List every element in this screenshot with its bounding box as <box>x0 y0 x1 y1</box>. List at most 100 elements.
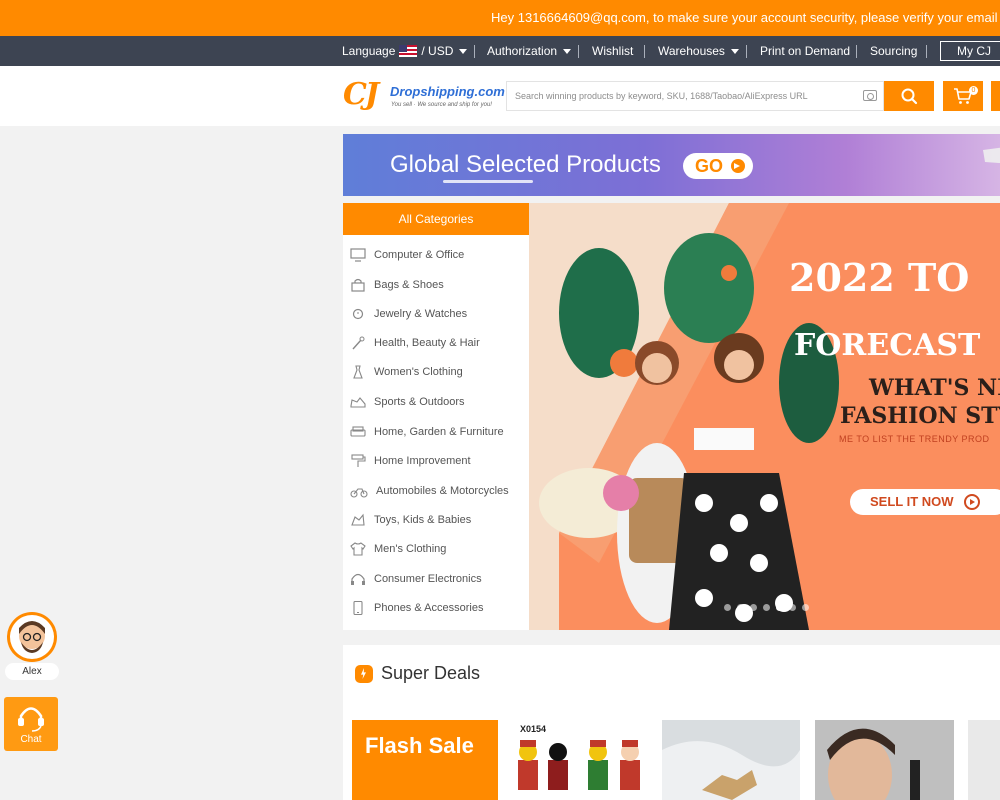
sneaker-icon <box>350 397 366 408</box>
category-label: Health, Beauty & Hair <box>374 337 480 349</box>
tshirt-icon <box>350 542 366 556</box>
banner-underline <box>443 180 533 183</box>
category-label: Phones & Accessories <box>374 602 484 614</box>
nav-warehouses[interactable]: Warehouses <box>658 36 739 66</box>
chat-button[interactable]: Chat <box>4 697 58 751</box>
carousel-dots <box>724 604 809 611</box>
global-selected-banner[interactable]: Global Selected Products GO <box>343 134 1000 196</box>
email-verification-notice[interactable]: Hey 1316664609@qq.com, to make sure your… <box>0 0 1000 36</box>
nav-divider <box>926 45 927 58</box>
search-box <box>506 81 884 111</box>
hair-dryer-icon <box>983 147 1000 164</box>
nav-sourcing[interactable]: Sourcing <box>870 36 917 66</box>
cart-button[interactable]: 0 <box>943 81 983 111</box>
hero-tagline-2: FASHION STYL <box>840 403 1000 429</box>
hero-caption: ME TO LIST THE TRENDY PROD <box>839 434 990 444</box>
product-tile[interactable] <box>662 720 800 800</box>
logo-mark: CJ <box>343 77 379 112</box>
sofa-icon <box>350 426 366 437</box>
category-menu: All Categories Computer & Office Bags & … <box>343 203 529 630</box>
site-logo[interactable]: CJ Dropshipping.com You sell · We source… <box>343 77 505 115</box>
category-item-automobiles-motorcycles[interactable]: Automobiles & Motorcycles <box>343 479 529 503</box>
category-item-mens-clothing[interactable]: Men's Clothing <box>343 537 529 561</box>
product-tile[interactable]: X0154 <box>510 720 649 800</box>
nav-divider <box>578 45 579 58</box>
go-button-label: GO <box>695 156 724 176</box>
camera-icon[interactable] <box>863 90 877 101</box>
carousel-dot[interactable] <box>789 604 796 611</box>
carousel-dot[interactable] <box>724 604 731 611</box>
category-item-home-improvement[interactable]: Home Improvement <box>343 449 529 473</box>
language-selector[interactable]: Language / USD <box>342 36 468 66</box>
carousel-dot[interactable] <box>737 604 744 611</box>
header-extra-button[interactable] <box>991 81 1000 111</box>
category-label: Bags & Shoes <box>374 279 444 291</box>
nav-print-on-demand[interactable]: Print on Demand <box>760 36 850 66</box>
sell-it-now-button[interactable]: SELL IT NOW <box>850 489 1000 515</box>
category-label: Sports & Outdoors <box>374 396 465 408</box>
super-deals-section: Super Deals Flash Sale X0154 <box>343 645 1000 800</box>
category-item-toys-kids-babies[interactable]: Toys, Kids & Babies <box>343 508 529 532</box>
nav-divider <box>856 45 857 58</box>
banner-title: Global Selected Products <box>390 151 661 178</box>
category-item-womens-clothing[interactable]: Women's Clothing <box>343 360 529 384</box>
dress-icon <box>353 365 363 379</box>
brush-icon <box>352 336 365 350</box>
agent-avatar <box>7 612 57 662</box>
sell-it-now-label: SELL IT NOW <box>870 494 954 509</box>
motorcycle-icon <box>350 488 368 498</box>
top-navigation: Language / USD Authorization Wishlist Wa… <box>0 36 1000 66</box>
chevron-down-icon <box>730 48 739 54</box>
category-label: Automobiles & Motorcycles <box>376 485 509 497</box>
category-item-phones-accessories[interactable]: Phones & Accessories <box>343 596 529 620</box>
arrow-right-icon <box>731 159 745 173</box>
category-item-bags-shoes[interactable]: Bags & Shoes <box>343 273 529 297</box>
category-label: Jewelry & Watches <box>374 308 468 320</box>
arrow-right-icon <box>964 494 980 510</box>
category-item-home-garden-furniture[interactable]: Home, Garden & Furniture <box>343 420 529 444</box>
nav-authorization-label: Authorization <box>487 44 558 58</box>
search-icon <box>901 88 918 105</box>
category-item-health-beauty-hair[interactable]: Health, Beauty & Hair <box>343 331 529 355</box>
chevron-down-icon <box>563 48 572 54</box>
nav-divider <box>474 45 475 58</box>
chevron-down-icon <box>459 48 468 54</box>
category-item-sports-outdoors[interactable]: Sports & Outdoors <box>343 390 529 414</box>
logo-brand: Dropshipping.com <box>390 84 505 99</box>
search-input[interactable] <box>507 82 847 110</box>
nav-wishlist-label: Wishlist <box>592 44 634 58</box>
product-tile[interactable] <box>815 720 954 800</box>
carousel-dot-active[interactable] <box>776 604 783 611</box>
language-label: Language <box>342 44 396 58</box>
carousel-dot[interactable] <box>802 604 809 611</box>
category-label: Women's Clothing <box>374 366 463 378</box>
nav-sourcing-label: Sourcing <box>870 44 918 58</box>
hair-clipper-image <box>815 720 954 800</box>
category-item-consumer-electronics[interactable]: Consumer Electronics <box>343 567 529 591</box>
headphones-icon <box>351 573 365 585</box>
carousel-dot[interactable] <box>763 604 770 611</box>
blanket-image <box>662 741 800 800</box>
nav-authorization[interactable]: Authorization <box>487 36 572 66</box>
avatar-icon <box>10 615 54 659</box>
go-button[interactable]: GO <box>683 153 753 179</box>
all-categories-header[interactable]: All Categories <box>343 203 529 235</box>
my-cj-button[interactable]: My CJ <box>940 41 1000 61</box>
product-tile[interactable] <box>968 720 1000 800</box>
category-label: Computer & Office <box>374 249 465 261</box>
flash-sale-tile[interactable]: Flash Sale <box>352 720 498 800</box>
hero-subheadline: FORECAST <box>794 328 981 363</box>
search-button[interactable] <box>884 81 934 111</box>
support-agent[interactable]: Alex <box>5 612 59 682</box>
chat-label: Chat <box>20 734 42 745</box>
carousel-dot[interactable] <box>750 604 757 611</box>
nav-divider <box>746 45 747 58</box>
category-label: Home Improvement <box>374 455 471 467</box>
category-item-computer-office[interactable]: Computer & Office <box>343 243 529 267</box>
agent-name: Alex <box>5 663 59 680</box>
nav-warehouses-label: Warehouses <box>658 44 725 58</box>
nav-wishlist[interactable]: Wishlist <box>592 36 633 66</box>
hero-carousel[interactable]: 2022 TO FORECAST WHAT'S NEX FASHION STYL… <box>529 203 1000 630</box>
category-item-jewelry-watches[interactable]: Jewelry & Watches <box>343 302 529 326</box>
phone-icon <box>353 601 363 615</box>
